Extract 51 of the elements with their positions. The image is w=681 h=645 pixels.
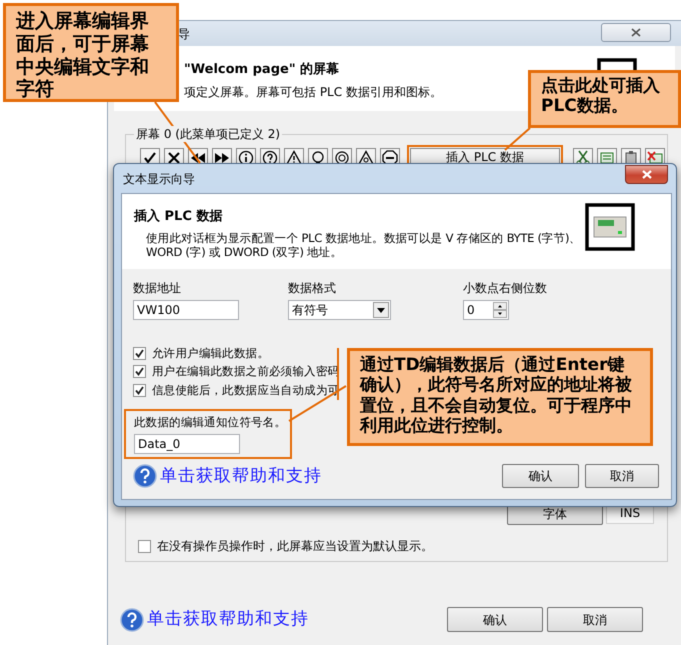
info-icon — [238, 150, 254, 166]
cancel-button[interactable]: 取消 — [585, 464, 659, 488]
cut-icon — [575, 150, 591, 166]
checkbox[interactable] — [133, 365, 146, 378]
field-label: 数据地址 — [133, 280, 182, 297]
checkbox-label: 允许用户编辑此数据。 — [152, 345, 270, 362]
close-button[interactable] — [601, 23, 671, 42]
ok-button[interactable]: 确认 — [502, 464, 579, 488]
copy-icon — [599, 150, 615, 166]
checkbox[interactable] — [133, 347, 146, 360]
help-icon[interactable] — [133, 464, 157, 488]
dropdown-field[interactable]: 有符号 — [288, 300, 391, 320]
help-link[interactable]: 单击获取帮助和支持 — [147, 607, 309, 632]
help-link[interactable]: 单击获取帮助和支持 — [160, 464, 322, 489]
x-icon — [166, 150, 182, 166]
check-icon — [142, 150, 158, 166]
dial-icon — [334, 150, 350, 166]
window-title: 文本显示向导 — [123, 170, 195, 188]
hazard-icon — [358, 150, 374, 166]
delete-icon — [647, 150, 663, 166]
screen-description: 项定义屏幕。屏幕可包括 PLC 数据引用和图标。 — [184, 84, 442, 100]
input-field[interactable]: Data_0 — [134, 434, 240, 454]
close-icon — [640, 169, 652, 180]
window-title: 导 — [178, 26, 190, 42]
checkbox[interactable] — [133, 384, 146, 397]
dialog-heading: 插入 PLC 数据 — [134, 208, 224, 226]
screen-heading: "Welcom page" 的屏幕 — [184, 61, 340, 79]
field-label: 小数点右侧位数 — [463, 280, 548, 297]
callout-note: 通过TD编辑数据后（通过Enter键确认），此符号名所对应的地址将被置位，且不会自动复位。可于程序中利用此位进行控制。 — [347, 348, 653, 446]
ok-button[interactable]: 确认 — [447, 607, 543, 632]
dropdown-value: 有符号 — [292, 302, 328, 319]
display-device-icon — [585, 203, 635, 251]
spinner-field[interactable]: 0 — [463, 300, 509, 320]
close-button[interactable] — [625, 165, 668, 184]
paste-icon — [623, 150, 639, 166]
spinner-value: 0 — [467, 302, 475, 319]
field-label: 此数据的编辑通知位符号名。 — [134, 414, 285, 431]
checkbox-label: 在没有操作员操作时，此屏幕应当设置为默认显示。 — [157, 538, 433, 555]
checkbox[interactable] — [138, 540, 151, 552]
question-icon — [262, 150, 278, 166]
cancel-button[interactable]: 取消 — [547, 607, 643, 632]
callout-note: 点击此处可插入PLC数据。 — [528, 70, 681, 128]
help-icon[interactable] — [120, 608, 144, 632]
bulb-icon — [310, 150, 326, 166]
callout-note: 进入屏幕编辑界面后，可于屏幕中央编辑文字和字符 — [3, 3, 179, 102]
spin-arrows-icon[interactable] — [493, 302, 507, 318]
input-field[interactable]: VW100 — [133, 300, 239, 320]
dialog-description: 使用此对话框为显示配置一个 PLC 数据地址。数据可以是 V 存储区的 BYTE (字节)、WORD (字) 或 DWORD (双字) 地址。 — [145, 230, 582, 258]
field-label: 数据格式 — [288, 280, 337, 297]
close-icon — [630, 27, 642, 38]
group-label: 屏幕 0 (此菜单项已定义 2) — [134, 126, 282, 142]
